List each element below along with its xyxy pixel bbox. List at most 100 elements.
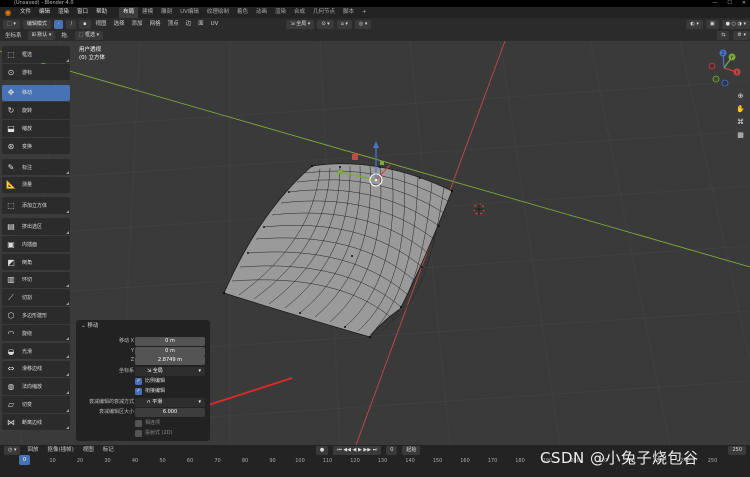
camera-icon[interactable]: ⌘ bbox=[735, 116, 746, 127]
mode-dropdown[interactable]: 编辑模式 bbox=[22, 19, 51, 29]
cursor-icon: ⊙ bbox=[7, 67, 15, 77]
xyz-mirror-icon[interactable]: ⇆ bbox=[717, 31, 730, 40]
move-x-field[interactable]: 0 m bbox=[135, 337, 205, 346]
menu-select[interactable]: 选择 bbox=[112, 18, 127, 30]
timeline-editor-type-button[interactable]: ◷ ▾ bbox=[4, 445, 21, 455]
close-button[interactable]: ✕ bbox=[742, 0, 746, 7]
overlay-icon[interactable]: ◐ ▾ bbox=[686, 19, 703, 29]
tool-annotate[interactable]: ✎ 标注 bbox=[2, 158, 70, 176]
tab-layout[interactable]: 布局 bbox=[119, 7, 139, 18]
tab-sculpting[interactable]: 雕刻 bbox=[157, 7, 176, 18]
tool-transform[interactable]: ⊛ 变换 bbox=[2, 137, 70, 155]
menu-keying[interactable]: 抠像(插帧) bbox=[45, 444, 75, 456]
tool-spin[interactable]: ◠ 旋绕 bbox=[2, 324, 70, 342]
add-workspace-button[interactable]: + bbox=[358, 7, 371, 18]
face-select-icon[interactable]: ▪ bbox=[79, 19, 91, 29]
menu-add[interactable]: 添加 bbox=[130, 18, 145, 30]
menu-edit[interactable]: 编辑 bbox=[35, 7, 54, 18]
menu-vertex[interactable]: 顶点 bbox=[166, 18, 181, 30]
xray-icon[interactable]: ▣ bbox=[705, 19, 719, 29]
move-y-field[interactable]: 0 m bbox=[135, 346, 205, 356]
tool-poly-build[interactable]: ⬡ 多边形建形 bbox=[2, 307, 70, 324]
move-z-field[interactable]: 2.8749 m bbox=[135, 356, 205, 365]
panel-header[interactable]: ⌄ 移动 bbox=[76, 320, 210, 332]
end-frame-field[interactable]: 250 bbox=[728, 445, 746, 455]
panel-title: 移动 bbox=[87, 323, 99, 329]
tool-add-cube[interactable]: ⬚ 添加立方体 bbox=[2, 197, 70, 214]
tab-compositing[interactable]: 合成 bbox=[290, 7, 309, 18]
vertex-select-icon[interactable]: · bbox=[53, 19, 64, 29]
move-x-row: 移动 X 0 m bbox=[76, 337, 210, 346]
proportional-edit-icon[interactable]: ◎ ▾ bbox=[354, 19, 372, 29]
connected-checkbox[interactable] bbox=[135, 420, 142, 427]
tab-geometry-nodes[interactable]: 几何节点 bbox=[309, 7, 339, 18]
navigation-gizmo[interactable]: X Y Z bbox=[704, 48, 744, 90]
tool-rip[interactable]: ⋈ 断离边线 bbox=[2, 413, 70, 431]
tab-texture-paint[interactable]: 纹理绘制 bbox=[203, 7, 233, 18]
playback-controls[interactable]: ⏮ ◀◀ ◀ ▶ ▶▶ ⏭ bbox=[333, 445, 382, 455]
tab-scripting[interactable]: 脚本 bbox=[339, 7, 358, 18]
tool-extrude[interactable]: ▤ 挤出选区 bbox=[2, 218, 70, 235]
tab-rendering[interactable]: 渲染 bbox=[271, 7, 290, 18]
tool-select-box[interactable]: ⬚ 框选 bbox=[2, 46, 70, 63]
tool-smooth[interactable]: ◒ 光滑 bbox=[2, 342, 70, 360]
size-field[interactable]: 6.000 bbox=[135, 408, 205, 417]
menu-file[interactable]: 文件 bbox=[16, 7, 35, 18]
tool-edge-slide[interactable]: ⇔ 滑移边线 bbox=[2, 360, 70, 378]
menu-mesh[interactable]: 网格 bbox=[148, 18, 163, 30]
tool-scale[interactable]: ⬓ 缩放 bbox=[2, 120, 70, 137]
orientation-select[interactable]: ⇲ 全局 ▾ bbox=[135, 367, 205, 376]
blender-logo-icon[interactable]: ◉ bbox=[3, 8, 13, 17]
editor-type-button[interactable]: ⬚ ▾ bbox=[3, 19, 20, 29]
tool-cursor[interactable]: ⊙ 游标 bbox=[2, 63, 70, 81]
transform-orientation-dropdown[interactable]: ⇲ 全局 ▾ bbox=[286, 19, 315, 29]
menu-render[interactable]: 渲染 bbox=[54, 7, 73, 18]
tool-move[interactable]: ✥ 移动 bbox=[2, 84, 70, 102]
menu-edge[interactable]: 边 bbox=[184, 18, 194, 30]
connected-only-checkbox[interactable]: ✓ bbox=[135, 388, 142, 395]
shading-solid-icon[interactable]: ● ○ ◑ ▾ bbox=[721, 19, 750, 29]
zoom-icon[interactable]: ⊕ bbox=[735, 90, 746, 101]
autokey-icon[interactable]: ● bbox=[315, 445, 329, 455]
pivot-icon[interactable]: ⊙ ▾ bbox=[317, 19, 334, 29]
tab-modeling[interactable]: 建模 bbox=[138, 7, 157, 18]
proportional-editing-checkbox[interactable]: ✓ bbox=[135, 378, 142, 385]
tab-animation[interactable]: 动画 bbox=[252, 7, 271, 18]
menu-timeline-view[interactable]: 视图 bbox=[81, 444, 96, 456]
maximize-button[interactable]: ☐ bbox=[727, 0, 731, 7]
tool-inset[interactable]: ▣ 内插面 bbox=[2, 235, 70, 253]
edge-select-icon[interactable]: / bbox=[66, 19, 77, 29]
projected-checkbox[interactable] bbox=[135, 430, 142, 437]
timeline-tick-label: 10 bbox=[49, 458, 56, 464]
tab-uv-editing[interactable]: UV编辑 bbox=[176, 7, 203, 18]
grid-view-icon[interactable]: ▦ bbox=[735, 129, 746, 140]
menu-marker[interactable]: 标记 bbox=[101, 444, 116, 456]
tab-shading[interactable]: 着色 bbox=[233, 7, 252, 18]
tool-bevel[interactable]: ◩ 倒角 bbox=[2, 253, 70, 271]
menu-view[interactable]: 视图 bbox=[94, 18, 109, 30]
menu-uv[interactable]: UV bbox=[209, 18, 221, 30]
adjust-last-operation-panel[interactable]: ⌄ 移动 移动 X 0 m Y 0 m Z 2.8749 m 坐标系 ⇲ 全局 ▾… bbox=[76, 320, 210, 441]
pan-hand-icon[interactable]: ✋ bbox=[735, 103, 746, 114]
chevron-down-icon[interactable]: ⌄ bbox=[81, 323, 86, 329]
move-y-row: Y 0 m bbox=[76, 346, 210, 356]
falloff-select[interactable]: ∩ 平滑 ▾ bbox=[135, 398, 205, 407]
menu-help[interactable]: 帮助 bbox=[92, 7, 111, 18]
tool-shear[interactable]: ▱ 切变 bbox=[2, 396, 70, 413]
tool-measure[interactable]: 📐 测量 bbox=[2, 176, 70, 194]
tool-loop-cut[interactable]: ▥ 环切 bbox=[2, 271, 70, 289]
move-icon: ✥ bbox=[7, 88, 15, 98]
playhead[interactable]: 0 bbox=[19, 455, 30, 465]
tool-rotate[interactable]: ↻ 旋转 bbox=[2, 102, 70, 119]
menu-face[interactable]: 面 bbox=[196, 18, 206, 30]
current-frame-field[interactable]: 0 bbox=[386, 445, 398, 455]
tool-shrink-fatten[interactable]: ◍ 法向缩放 bbox=[2, 378, 70, 395]
drag-dropdown[interactable]: ⬚ 框选 ▾ bbox=[74, 31, 104, 40]
options-dropdown[interactable]: ⚙ ▾ bbox=[733, 31, 750, 40]
tool-knife[interactable]: ⟋ 切割 bbox=[2, 289, 70, 306]
menu-window[interactable]: 窗口 bbox=[73, 7, 92, 18]
start-frame-field[interactable]: 起始 bbox=[402, 445, 421, 455]
minimize-button[interactable]: — bbox=[712, 0, 717, 7]
orientation-dropdown[interactable]: ⊞ 默认 ▾ bbox=[27, 31, 56, 40]
snap-icon[interactable]: ⌂ ▾ bbox=[336, 19, 352, 29]
